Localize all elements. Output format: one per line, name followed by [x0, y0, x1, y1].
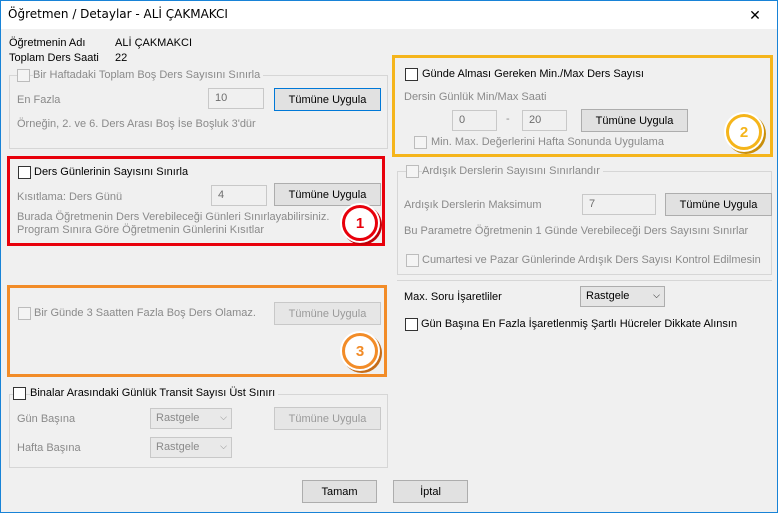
badge-2: 2	[726, 114, 762, 150]
transit-week-value: Rastgele	[156, 441, 200, 453]
chevron-down-icon: ⌵	[220, 412, 227, 422]
daily-gap-checkbox[interactable]	[18, 307, 31, 320]
separator	[397, 280, 772, 281]
day-count-checkbox[interactable]	[18, 166, 31, 179]
transit-week-select[interactable]: Rastgele ⌵	[150, 437, 232, 458]
consecutive-max-label: Ardışık Derslerin Maksimum	[404, 199, 542, 211]
transit-week-label: Hafta Başına	[17, 442, 81, 454]
weekly-gap-example: Örneğin, 2. ve 6. Ders Arası Boş İse Boş…	[17, 118, 256, 130]
consecutive-label: Ardışık Derslerin Sayısını Sınırlandır	[422, 165, 603, 177]
total-hours-value: 22	[115, 52, 128, 64]
chevron-down-icon: ⌵	[653, 290, 660, 300]
consecutive-weekend-checkbox[interactable]	[406, 254, 419, 267]
daily-minmax-weekend-checkbox[interactable]	[414, 136, 427, 149]
marks-per-day-label: Gün Başına En Fazla İşaretlenmiş Şartlı …	[421, 318, 738, 330]
total-hours-label: Toplam Ders Saati	[9, 52, 99, 64]
cancel-button[interactable]: İptal	[393, 480, 468, 503]
teacher-name-value: ALİ ÇAKMAKCI	[115, 37, 193, 49]
badge-3: 3	[342, 333, 378, 369]
chevron-down-icon: ⌵	[220, 441, 227, 451]
day-count-desc-2: Program Sınıra Göre Öğretmenin Günlerini…	[17, 224, 264, 236]
day-count-desc-1: Burada Öğretmenin Ders Verebileceği Günl…	[17, 211, 330, 223]
weekly-gap-max-label: En Fazla	[17, 94, 61, 106]
close-icon: ✕	[749, 6, 761, 23]
day-count-limit-label: Kısıtlama: Ders Günü	[17, 191, 123, 203]
weekly-gap-max-input[interactable]: 10	[208, 88, 264, 109]
daily-minmax-apply-button[interactable]: Tümüne Uygula	[581, 109, 688, 132]
daily-gap-apply-button[interactable]: Tümüne Uygula	[274, 302, 381, 325]
weekly-gap-checkbox[interactable]	[17, 69, 30, 82]
day-count-label: Ders Günlerinin Sayısını Sınırla	[34, 166, 189, 178]
daily-min-input[interactable]: 0	[452, 110, 497, 131]
marks-per-day-checkbox[interactable]	[405, 318, 418, 331]
transit-day-value: Rastgele	[156, 412, 200, 424]
range-dash: -	[506, 113, 510, 125]
highlight-box-3	[7, 285, 387, 377]
ok-button[interactable]: Tamam	[302, 480, 377, 503]
window-title: Öğretmen / Detaylar - ALİ ÇAKMAKCI	[8, 7, 228, 21]
max-marks-select[interactable]: Rastgele ⌵	[580, 286, 665, 307]
dialog-window: Öğretmen / Detaylar - ALİ ÇAKMAKCI ✕ Öğr…	[0, 0, 778, 513]
day-count-apply-button[interactable]: Tümüne Uygula	[274, 183, 381, 206]
consecutive-max-input[interactable]: 7	[582, 194, 656, 215]
consecutive-weekend-label: Cumartesi ve Pazar Günlerinde Ardışık De…	[422, 254, 761, 266]
weekly-gap-group	[9, 75, 388, 149]
title-bar: Öğretmen / Detaylar - ALİ ÇAKMAKCI ✕	[1, 1, 777, 29]
teacher-name-label: Öğretmenin Adı	[9, 37, 86, 49]
weekly-gap-apply-button[interactable]: Tümüne Uygula	[274, 88, 381, 111]
transit-day-select[interactable]: Rastgele ⌵	[150, 408, 232, 429]
daily-minmax-checkbox[interactable]	[405, 68, 418, 81]
daily-max-input[interactable]: 20	[522, 110, 567, 131]
weekly-gap-label: Bir Haftadaki Toplam Boş Ders Sayısını S…	[33, 69, 264, 81]
daily-minmax-weekend-label: Min. Max. Değerlerini Hafta Sonunda Uygu…	[431, 136, 664, 148]
max-marks-label: Max. Soru İşaretliler	[404, 291, 502, 303]
transit-apply-button[interactable]: Tümüne Uygula	[274, 407, 381, 430]
transit-label: Binalar Arasındaki Günlük Transit Sayısı…	[30, 387, 279, 399]
daily-minmax-label: Günde Alması Gereken Min./Max Ders Sayıs…	[422, 68, 644, 80]
badge-1: 1	[342, 205, 378, 241]
close-button[interactable]: ✕	[733, 1, 777, 29]
transit-checkbox[interactable]	[13, 387, 26, 400]
day-count-limit-input[interactable]: 4	[211, 185, 267, 206]
max-marks-value: Rastgele	[586, 290, 630, 302]
daily-gap-label: Bir Günde 3 Saatten Fazla Boş Ders Olama…	[34, 307, 256, 319]
consecutive-desc: Bu Parametre Öğretmenin 1 Günde Verebile…	[404, 225, 749, 237]
transit-day-label: Gün Başına	[17, 413, 76, 425]
consecutive-apply-button[interactable]: Tümüne Uygula	[665, 193, 772, 216]
daily-minmax-sub-label: Dersin Günlük Min/Max Saati	[404, 91, 547, 103]
consecutive-checkbox[interactable]	[406, 165, 419, 178]
